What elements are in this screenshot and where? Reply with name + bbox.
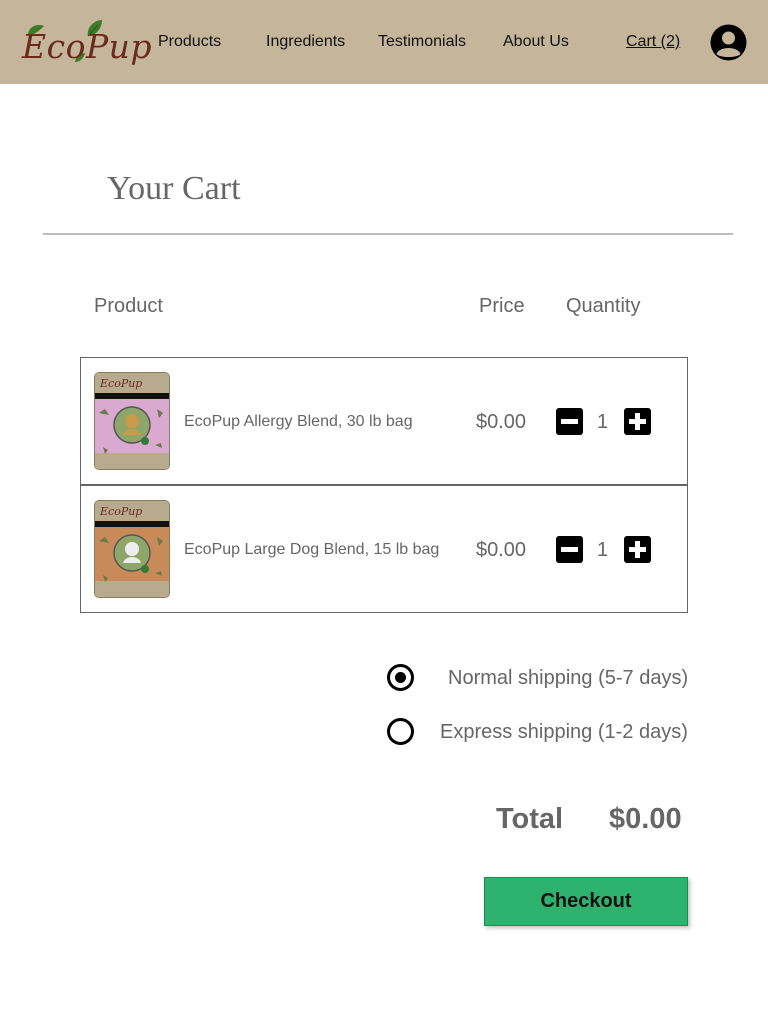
svg-text:EcoPup: EcoPup <box>99 377 142 390</box>
checkout-button[interactable]: Checkout <box>484 877 688 926</box>
nav-products[interactable]: Products <box>158 33 221 51</box>
nav-ingredients[interactable]: Ingredients <box>266 33 345 51</box>
account-icon[interactable] <box>710 24 747 61</box>
radio-selected-dot <box>395 672 406 683</box>
decrease-quantity-button[interactable] <box>556 536 583 563</box>
ecopup-logo[interactable]: EcoPup <box>20 16 152 68</box>
nav-about-us[interactable]: About Us <box>503 33 569 51</box>
total-value: $0.00 <box>609 803 682 835</box>
column-header-quantity: Quantity <box>566 295 641 317</box>
column-header-product: Product <box>94 295 163 317</box>
page-title: Your Cart <box>107 170 241 207</box>
normal-shipping-radio[interactable] <box>387 664 414 691</box>
cart-item-row: EcoPup EcoPup Allergy Blend, 30 lb bag $… <box>80 357 688 485</box>
increase-quantity-button[interactable] <box>624 536 651 563</box>
title-divider <box>43 233 733 235</box>
site-header: EcoPup Products Ingredients Testimonials… <box>0 0 768 84</box>
decrease-quantity-button[interactable] <box>556 408 583 435</box>
quantity-value: 1 <box>597 411 609 433</box>
express-shipping-radio[interactable] <box>387 718 414 745</box>
column-header-price: Price <box>479 295 525 317</box>
increase-quantity-button[interactable] <box>624 408 651 435</box>
product-image[interactable]: EcoPup <box>94 500 170 598</box>
product-price: $0.00 <box>476 411 527 433</box>
product-name[interactable]: EcoPup Large Dog Blend, 15 lb bag <box>184 541 439 559</box>
normal-shipping-label[interactable]: Normal shipping (5-7 days) <box>448 667 688 690</box>
nav-testimonials[interactable]: Testimonials <box>378 33 466 51</box>
product-price: $0.00 <box>476 539 527 561</box>
cart-link[interactable]: Cart (2) <box>626 33 680 51</box>
svg-text:EcoPup: EcoPup <box>99 505 142 518</box>
cart-item-row: EcoPup EcoPup Large Dog Blend, 15 lb bag… <box>80 485 688 613</box>
logo-text: EcoPup <box>22 27 153 66</box>
total-label: Total <box>496 803 564 835</box>
express-shipping-label[interactable]: Express shipping (1-2 days) <box>440 721 688 744</box>
product-image[interactable]: EcoPup <box>94 372 170 470</box>
quantity-value: 1 <box>597 539 609 561</box>
product-name[interactable]: EcoPup Allergy Blend, 30 lb bag <box>184 413 413 431</box>
